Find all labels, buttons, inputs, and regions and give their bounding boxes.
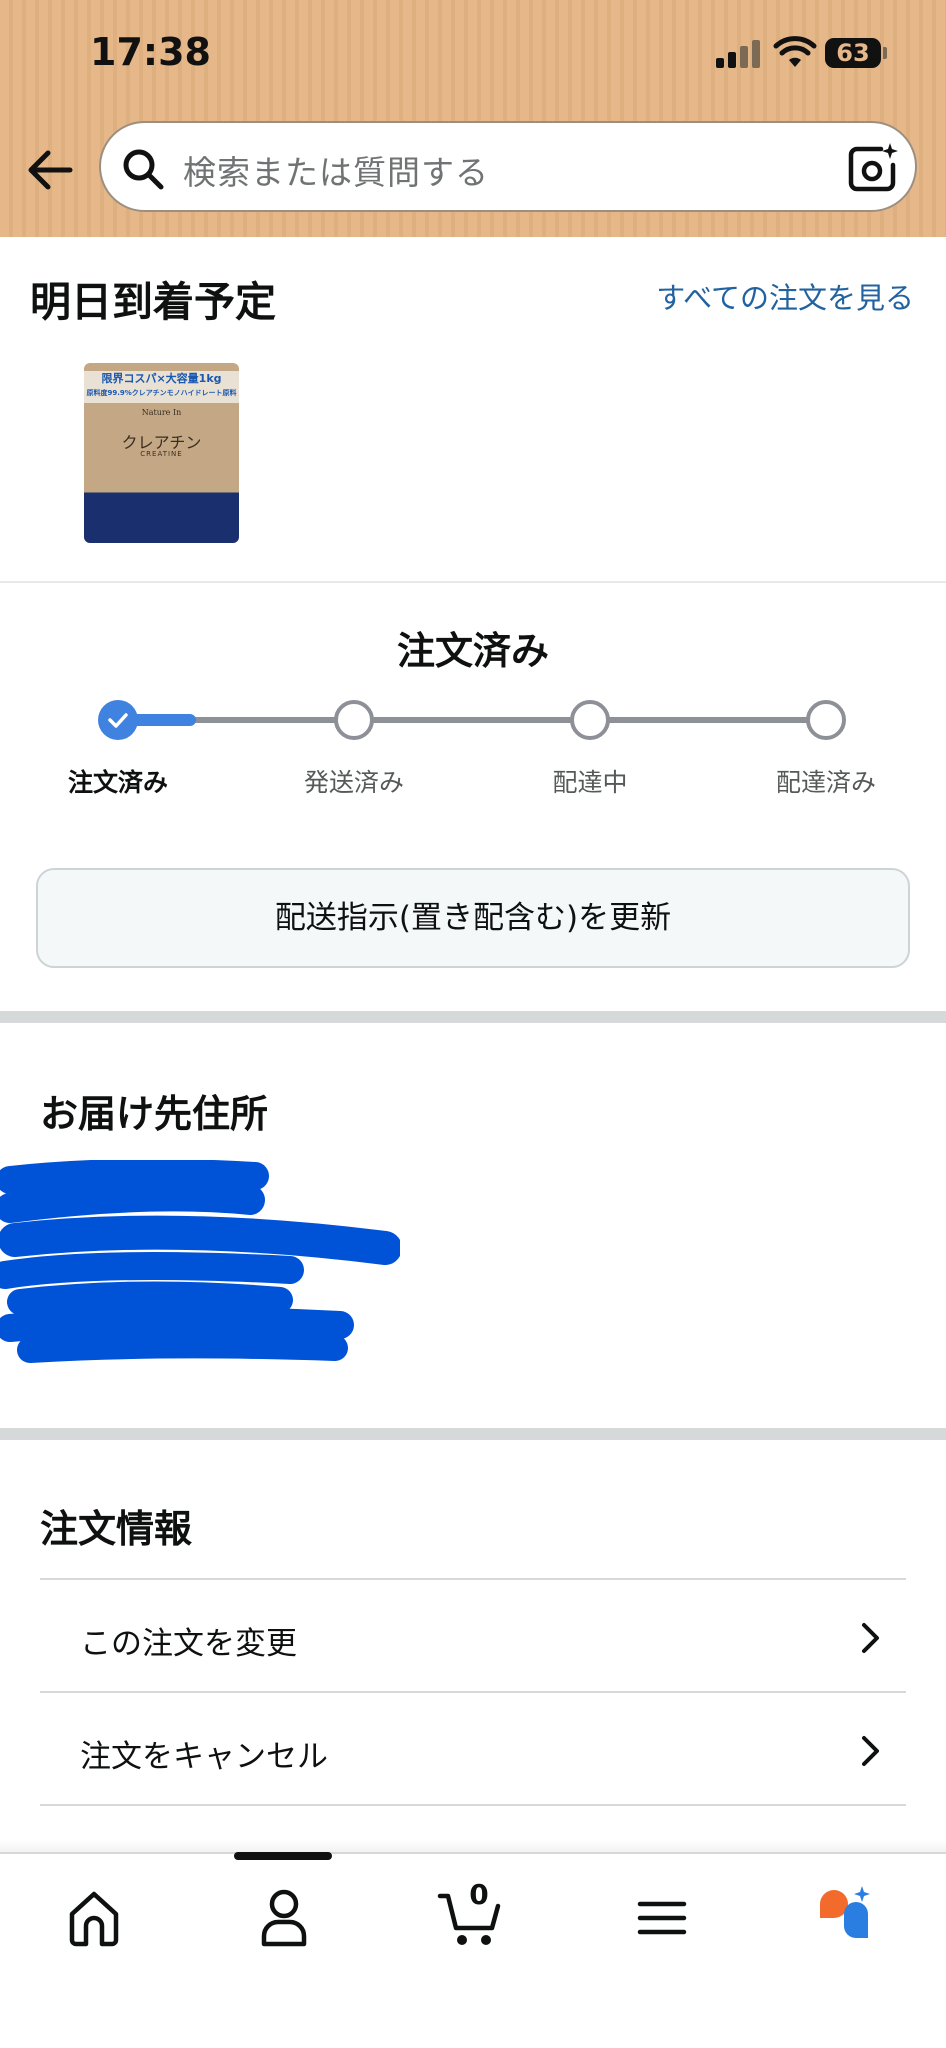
- check-icon: [108, 713, 128, 728]
- search-icon: [123, 149, 164, 190]
- bottom-navigation: 0: [0, 1852, 946, 2048]
- product-banner: 限界コスパ×大容量1kg 原料度99.9%クレアチンモノハイドレート原料: [84, 371, 239, 403]
- section-divider: [0, 1428, 946, 1440]
- order-info-title: 注文情報: [40, 1507, 193, 1551]
- update-delivery-instructions-button[interactable]: 配送指示(置き配含む)を更新: [36, 868, 910, 968]
- product-image[interactable]: 限界コスパ×大容量1kg 原料度99.9%クレアチンモノハイドレート原料 Nat…: [84, 363, 239, 543]
- battery-indicator: 63: [825, 38, 881, 68]
- step-label-in-transit: 配達中: [552, 768, 628, 797]
- chevron-right-icon: [862, 1623, 879, 1653]
- cart-count-badge: 0: [469, 1878, 489, 1911]
- section-divider: [0, 1011, 946, 1023]
- cancel-order-label: 注文をキャンセル: [80, 1739, 328, 1775]
- cellular-signal-icon: [716, 38, 764, 68]
- account-icon[interactable]: [248, 1884, 320, 1952]
- step-in-transit-node: [570, 700, 610, 740]
- sheet-handle: [234, 1852, 332, 1860]
- product-subtitle: CREATINE: [140, 450, 183, 458]
- cancel-order-row[interactable]: 注文をキャンセル: [40, 1695, 906, 1805]
- home-icon[interactable]: [58, 1884, 130, 1952]
- step-delivered-node: [806, 700, 846, 740]
- row-divider: [40, 1804, 906, 1806]
- arrival-title: 明日到着予定: [30, 278, 276, 326]
- step-label-ordered: 注文済み: [67, 768, 168, 797]
- battery-tip: [883, 47, 887, 59]
- change-order-label: この注文を変更: [80, 1626, 297, 1662]
- search-input[interactable]: 検索または質問する: [183, 146, 489, 194]
- cart-button[interactable]: 0: [436, 1878, 508, 1952]
- shipping-address-title: お届け先住所: [40, 1092, 269, 1136]
- divider: [0, 581, 946, 583]
- camera-search-icon[interactable]: [845, 141, 899, 195]
- wifi-icon: [773, 36, 817, 67]
- chevron-right-icon: [862, 1736, 879, 1766]
- product-brand: Nature In: [141, 408, 182, 417]
- back-arrow-icon[interactable]: [22, 146, 78, 194]
- step-label-shipped: 発送済み: [303, 768, 404, 797]
- redacted-address: [0, 1160, 400, 1363]
- change-order-row[interactable]: この注文を変更: [40, 1582, 906, 1692]
- menu-icon[interactable]: [626, 1884, 698, 1952]
- view-all-orders-link[interactable]: すべての注文を見る: [656, 275, 914, 317]
- row-divider: [40, 1691, 906, 1693]
- step-label-delivered: 配達済み: [775, 768, 876, 797]
- rufus-icon[interactable]: [814, 1884, 886, 1952]
- row-divider: [40, 1578, 906, 1580]
- search-bar[interactable]: 検索または質問する: [99, 121, 917, 212]
- status-time: 17:38: [90, 30, 211, 74]
- order-status-title: 注文済み: [396, 629, 549, 673]
- app-header: 17:38 63 検索または質問する: [0, 0, 946, 237]
- step-shipped-node: [334, 700, 374, 740]
- progress-track: [118, 717, 826, 723]
- step-ordered-node: [98, 700, 138, 740]
